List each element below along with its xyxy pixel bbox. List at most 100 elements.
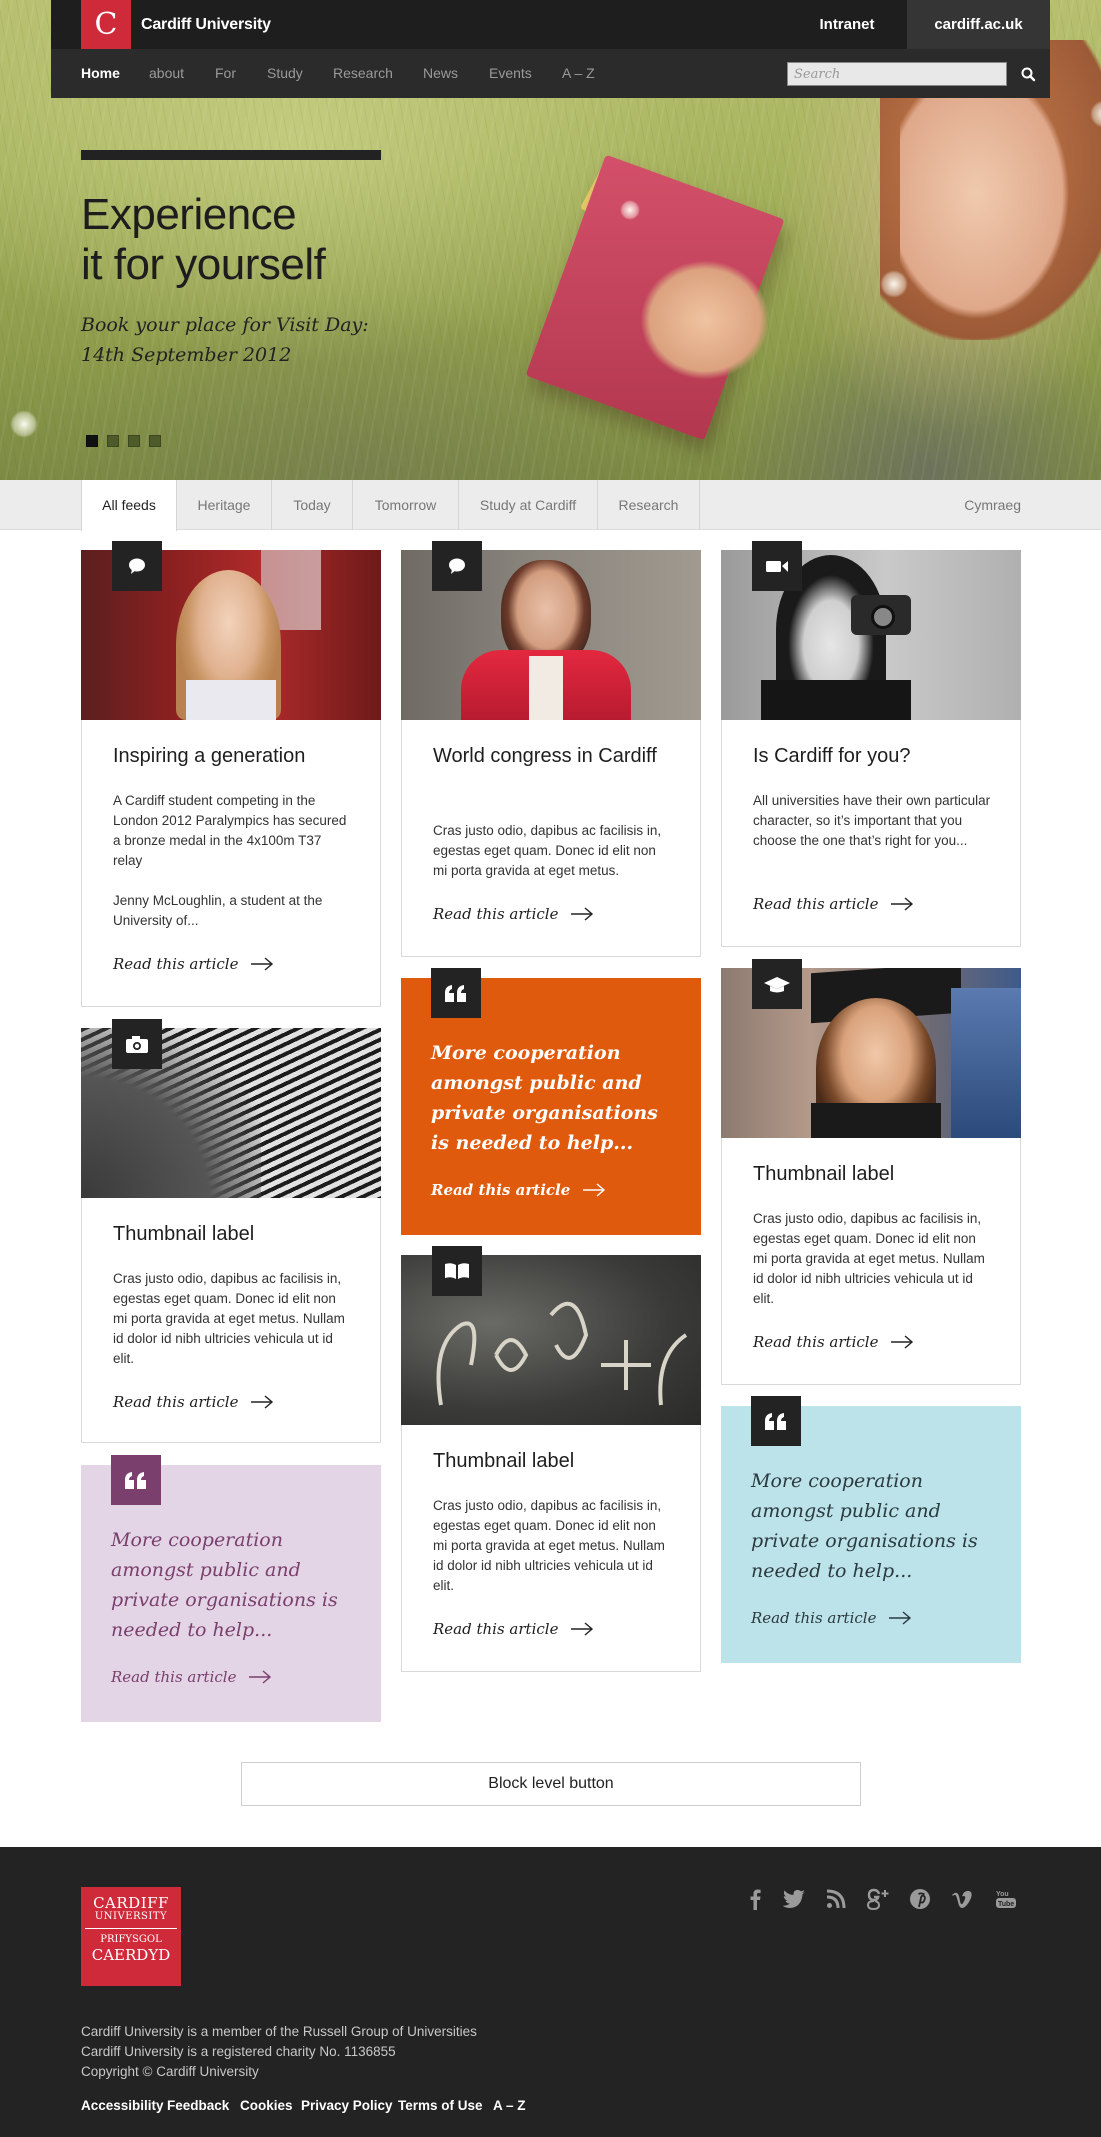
read-article-link[interactable]: Read this article [433, 1620, 594, 1638]
google-plus-link[interactable] [866, 1887, 890, 1911]
search-button[interactable] [1015, 62, 1041, 86]
tab-today[interactable]: Today [272, 480, 353, 530]
card-title[interactable]: Thumbnail label [433, 1446, 673, 1476]
footer-copyright-text: Copyright © Cardiff University [81, 2064, 259, 2079]
university-logo[interactable]: C [81, 0, 131, 49]
card-title[interactable]: Is Cardiff for you? [753, 741, 993, 771]
language-toggle-cymraeg[interactable]: Cymraeg [964, 480, 1021, 530]
quote-card[interactable]: More cooperation amongst public and priv… [721, 1396, 1021, 1663]
news-card[interactable]: Thumbnail label Cras justo odio, dapibus… [81, 1019, 381, 1443]
slide-dot[interactable] [149, 435, 161, 447]
tab-all-feeds[interactable]: All feeds [81, 480, 177, 531]
read-article-label: Read this article [753, 895, 879, 913]
slide-dot[interactable] [107, 435, 119, 447]
arrow-right-icon [583, 1183, 606, 1197]
twitter-link[interactable] [782, 1887, 806, 1911]
cardiff-ac-uk-link[interactable]: cardiff.ac.uk [907, 0, 1050, 49]
card-title[interactable]: Thumbnail label [753, 1159, 993, 1189]
tab-tomorrow[interactable]: Tomorrow [353, 480, 459, 530]
slide-dot[interactable] [128, 435, 140, 447]
hero-dandelion [620, 200, 640, 220]
arrow-right-icon [891, 897, 914, 911]
nav-home[interactable]: Home [81, 49, 120, 98]
facebook-link[interactable] [743, 1887, 767, 1911]
rss-link[interactable] [824, 1887, 848, 1911]
nav-news[interactable]: News [423, 49, 458, 98]
site-name[interactable]: Cardiff University [141, 0, 271, 49]
footer-link-terms-of-use[interactable]: Terms of Use [398, 2098, 483, 2113]
read-article-link[interactable]: Read this article [113, 1393, 274, 1411]
nav-study[interactable]: Study [267, 49, 303, 98]
read-article-label: Read this article [751, 1609, 877, 1627]
hero-subtitle: Book your place for Visit Day: 14th Sept… [81, 310, 441, 370]
rss-icon [826, 1889, 846, 1909]
read-article-link[interactable]: Read this article [113, 955, 274, 973]
intranet-link[interactable]: Intranet [797, 0, 897, 49]
footer-link-feedback[interactable]: Feedback [167, 2098, 229, 2113]
read-article-label: Read this article [113, 1393, 239, 1411]
youtube-link[interactable]: You Tube [994, 1887, 1018, 1911]
news-card[interactable]: Is Cardiff for you? All universities hav… [721, 541, 1021, 947]
graduation-cap-icon [764, 977, 790, 993]
quote-card[interactable]: More cooperation amongst public and priv… [81, 1455, 381, 1722]
nav-events[interactable]: Events [489, 49, 532, 98]
tab-research[interactable]: Research [598, 480, 700, 530]
card-text: Cras justo odio, dapibus ac facilisis in… [433, 1498, 665, 1593]
vimeo-link[interactable] [950, 1887, 974, 1911]
nav-research[interactable]: Research [333, 49, 393, 98]
read-article-link[interactable]: Read this article [753, 895, 914, 913]
footer-link-a-z[interactable]: A – Z [493, 2098, 526, 2113]
pinterest-link[interactable] [908, 1887, 932, 1911]
quote-icon [445, 985, 466, 1002]
hero-subtitle-line: Book your place for Visit Day: [81, 314, 369, 336]
card-title[interactable]: Inspiring a generation [113, 741, 353, 771]
block-level-button[interactable]: Block level button [241, 1762, 861, 1806]
card-text: All universities have their own particul… [753, 793, 991, 848]
read-article-label: Read this article [753, 1333, 879, 1351]
news-card[interactable]: World congress in Cardiff Cras justo odi… [401, 541, 701, 957]
main-nav: Home about For Study Research News Event… [51, 49, 1050, 98]
card-text: Cras justo odio, dapibus ac facilisis in… [753, 1211, 985, 1306]
footer-link-accessibility[interactable]: Accessibility [81, 2098, 164, 2113]
footer-russell-group-text: Cardiff University is a member of the Ru… [81, 2024, 477, 2039]
footer-link-privacy-policy[interactable]: Privacy Policy [301, 2098, 393, 2113]
news-card[interactable]: Thumbnail label Cras justo odio, dapibus… [721, 959, 1021, 1385]
nav-for[interactable]: For [215, 49, 236, 98]
slide-dot[interactable] [86, 435, 98, 447]
facebook-icon [750, 1889, 761, 1910]
read-article-link[interactable]: Read this article [433, 905, 594, 923]
tab-heritage[interactable]: Heritage [177, 480, 272, 530]
card-title[interactable]: Thumbnail label [113, 1219, 353, 1249]
card-text: Cras justo odio, dapibus ac facilisis in… [433, 823, 662, 878]
hero-title-line: it for yourself [81, 240, 326, 289]
card-title[interactable]: World congress in Cardiff [433, 741, 673, 771]
hero-dandelion [880, 270, 908, 298]
tab-study-at-cardiff[interactable]: Study at Cardiff [459, 480, 598, 530]
search-icon [1021, 67, 1036, 82]
pinterest-icon [910, 1889, 930, 1909]
quote-text: More cooperation amongst public and priv… [111, 1529, 338, 1641]
read-article-label: Read this article [431, 1181, 571, 1199]
footer-link-cookies[interactable]: Cookies [240, 2098, 293, 2113]
quote-icon [765, 1413, 786, 1430]
news-card[interactable]: Thumbnail label Cras justo odio, dapibus… [401, 1246, 701, 1672]
nav-about[interactable]: about [149, 49, 184, 98]
card-badge [751, 1396, 801, 1446]
camera-icon [126, 1036, 148, 1053]
news-card[interactable]: Inspiring a generation A Cardiff student… [81, 541, 381, 1007]
card-badge [112, 541, 162, 591]
read-article-link[interactable]: Read this article [431, 1181, 606, 1199]
hero-title-line: Experience [81, 190, 297, 239]
nav-a-z[interactable]: A – Z [562, 49, 595, 98]
footer-university-logo[interactable]: CARDIFF UNIVERSITY PRIFYSGOL CAERDYD [81, 1887, 181, 1986]
quote-card[interactable]: More cooperation amongst public and priv… [401, 968, 701, 1235]
logo-line: UNIVERSITY [94, 1911, 168, 1922]
card-text: A Cardiff student competing in the Londo… [113, 793, 347, 868]
read-article-link[interactable]: Read this article [111, 1668, 272, 1686]
read-article-link[interactable]: Read this article [753, 1333, 914, 1351]
read-article-link[interactable]: Read this article [751, 1609, 912, 1627]
hero-photo-face [900, 90, 1070, 320]
card-badge [432, 1246, 482, 1296]
search-input[interactable] [787, 62, 1007, 86]
arrow-right-icon [889, 1611, 912, 1625]
